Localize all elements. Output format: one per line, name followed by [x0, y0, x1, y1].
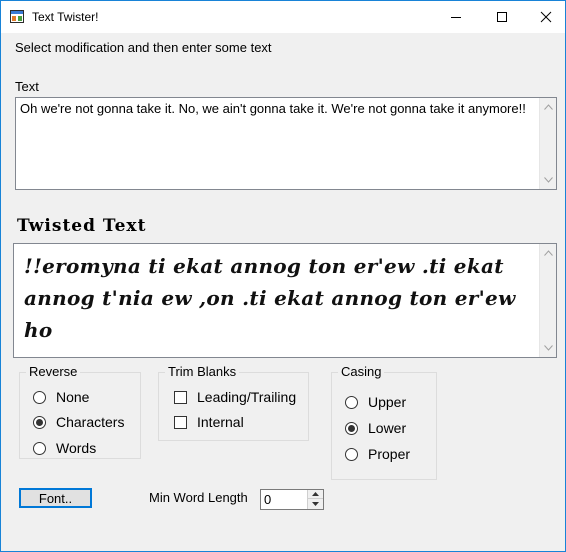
option-label: Upper	[368, 394, 407, 410]
app-icon	[10, 10, 24, 23]
maximize-button[interactable]	[479, 1, 525, 33]
input-text: Oh we're not gonna take it. No, we ain't…	[20, 101, 526, 116]
text-label: Text	[15, 79, 39, 94]
scroll-down-icon[interactable]	[544, 177, 553, 183]
min-word-length-value[interactable]: 0	[264, 492, 271, 507]
reverse-group: Reverse None Characters Words	[19, 364, 141, 459]
checkbox[interactable]	[174, 390, 187, 404]
stepper-down-button[interactable]	[308, 499, 323, 508]
scroll-up-icon[interactable]	[544, 250, 553, 256]
casing-option-upper[interactable]: Upper	[345, 394, 406, 410]
radio-button[interactable]	[345, 395, 358, 409]
option-label: None	[56, 389, 90, 405]
instructions-label: Select modification and then enter some …	[15, 40, 272, 55]
output-scrollbar[interactable]	[539, 244, 556, 357]
close-icon	[540, 11, 552, 23]
title-bar[interactable]: Text Twister!	[1, 1, 565, 33]
min-word-length-label: Min Word Length	[149, 490, 248, 505]
chevron-up-icon	[312, 492, 319, 496]
reverse-option-none[interactable]: None	[33, 389, 89, 405]
output-textbox[interactable]: !!eromyna ti ekat annog ton er'ew .ti ek…	[13, 243, 557, 358]
twisted-text-heading: Twisted Text	[17, 216, 147, 236]
chevron-down-icon	[312, 501, 319, 506]
window-title: Text Twister!	[32, 10, 99, 24]
casing-group-title: Casing	[338, 364, 385, 379]
input-scrollbar[interactable]	[539, 98, 556, 189]
radio-button[interactable]	[33, 415, 46, 429]
reverse-option-words[interactable]: Words	[33, 440, 96, 456]
stepper-buttons	[307, 490, 323, 509]
option-label: Internal	[197, 414, 244, 430]
trim-group-title: Trim Blanks	[165, 364, 240, 379]
font-button[interactable]: Font..	[19, 488, 92, 508]
min-word-length-stepper[interactable]: 0	[260, 489, 324, 510]
input-textbox[interactable]: Oh we're not gonna take it. No, we ain't…	[15, 97, 557, 190]
option-label: Proper	[368, 446, 411, 462]
casing-option-lower[interactable]: Lower	[345, 420, 406, 436]
trim-option-internal[interactable]: Internal	[174, 414, 244, 430]
reverse-option-characters[interactable]: Characters	[33, 414, 124, 430]
maximize-icon	[497, 12, 507, 22]
radio-button[interactable]	[345, 447, 358, 461]
checkbox[interactable]	[174, 415, 187, 429]
casing-option-proper[interactable]: Proper	[345, 446, 410, 462]
reverse-group-title: Reverse	[26, 364, 81, 379]
minimize-button[interactable]	[433, 1, 479, 33]
scroll-up-icon[interactable]	[544, 104, 553, 110]
radio-button[interactable]	[33, 390, 46, 404]
radio-button[interactable]	[345, 421, 358, 435]
option-label: Characters	[56, 414, 125, 430]
option-label: Lower	[368, 420, 407, 436]
trim-option-leading-trailing[interactable]: Leading/Trailing	[174, 389, 296, 405]
option-label: Words	[56, 440, 97, 456]
stepper-up-button[interactable]	[308, 490, 323, 499]
scroll-down-icon[interactable]	[544, 345, 553, 351]
option-label: Leading/Trailing	[197, 389, 297, 405]
main-window: Text Twister! Select modification and th…	[0, 0, 566, 552]
close-button[interactable]	[523, 1, 566, 33]
minimize-icon	[451, 17, 461, 18]
trim-blanks-group: Trim Blanks Leading/Trailing Internal	[158, 364, 309, 441]
casing-group: Casing Upper Lower Proper	[331, 364, 437, 480]
output-text: !!eromyna ti ekat annog ton er'ew .ti ek…	[24, 254, 516, 342]
radio-button[interactable]	[33, 441, 46, 455]
